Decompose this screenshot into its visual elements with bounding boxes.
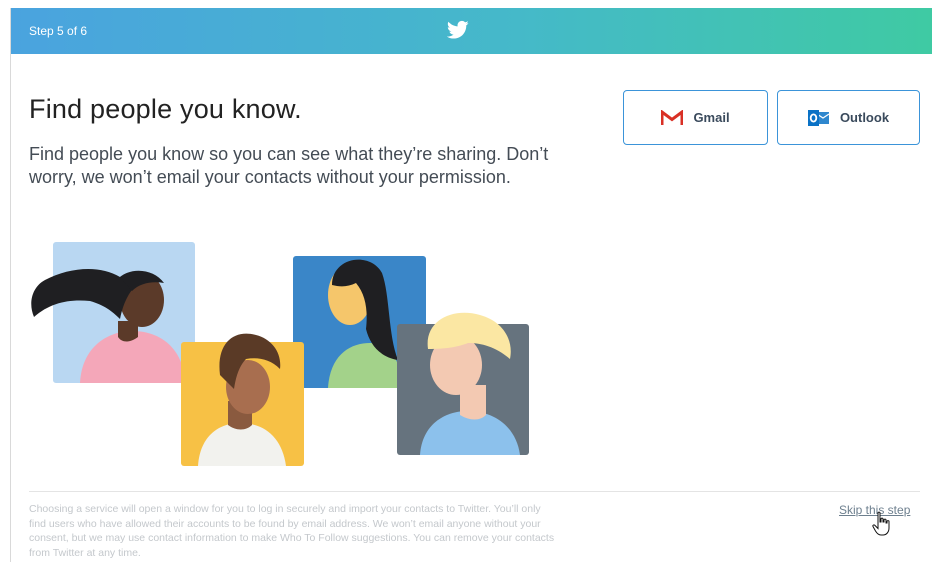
privacy-disclaimer: Choosing a service will open a window fo… xyxy=(29,503,555,559)
page-title: Find people you know. xyxy=(29,94,302,124)
people-illustration xyxy=(31,242,529,466)
gmail-button-label: Gmail xyxy=(693,110,730,125)
outlook-button[interactable]: Outlook xyxy=(777,90,920,145)
person-card-man-yellow xyxy=(181,333,304,466)
footer-divider xyxy=(29,491,920,492)
person-card-man-gray xyxy=(397,312,529,455)
onboarding-dialog: Step 5 of 6 Find people you know. Find p… xyxy=(0,0,932,562)
outlook-icon xyxy=(807,109,830,126)
person-card-woman-dark xyxy=(31,242,195,383)
step-indicator: Step 5 of 6 xyxy=(29,24,88,38)
twitter-bird-icon xyxy=(447,20,469,39)
dialog-border xyxy=(10,8,11,562)
outlook-button-label: Outlook xyxy=(839,110,890,125)
hand-cursor-icon xyxy=(872,511,890,536)
gmail-icon xyxy=(661,109,684,125)
header-bar: Step 5 of 6 xyxy=(11,8,932,54)
page-description: Find people you know so you can see what… xyxy=(29,144,549,187)
gmail-button[interactable]: Gmail xyxy=(623,90,768,145)
